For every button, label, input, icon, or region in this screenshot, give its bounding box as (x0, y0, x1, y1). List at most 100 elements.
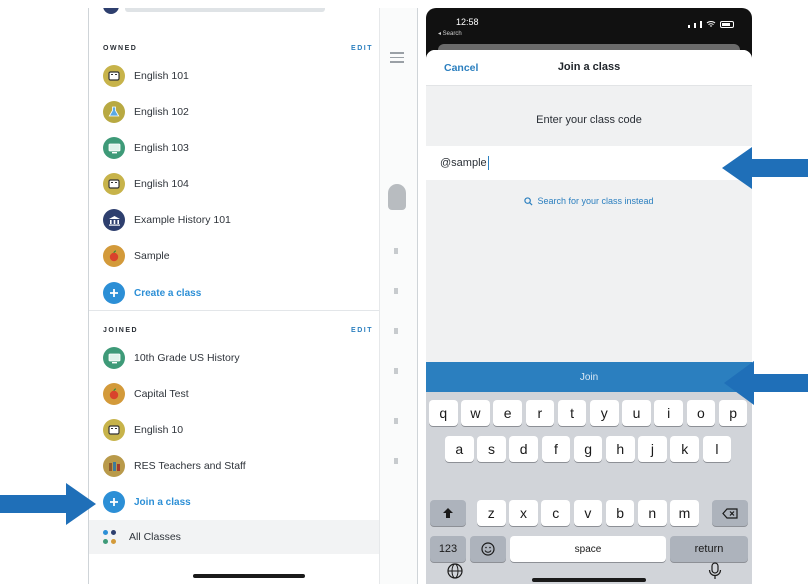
all-classes-button[interactable]: All Classes (89, 520, 379, 554)
key-l[interactable]: l (702, 436, 732, 462)
owned-edit-button[interactable]: EDIT (351, 45, 373, 52)
class-label: English 101 (134, 70, 189, 82)
key-o[interactable]: o (686, 400, 716, 426)
key-j[interactable]: j (638, 436, 667, 462)
apple-icon (103, 245, 125, 267)
on-screen-keyboard: 123 space return qwertyuiopasdfghjklzxcv… (426, 392, 752, 584)
sheet-title: Join a class (557, 61, 621, 73)
plus-icon (103, 491, 125, 513)
key-i[interactable]: i (654, 400, 683, 426)
key-m[interactable]: m (670, 500, 699, 526)
class-label: Example History 101 (134, 214, 231, 226)
return-key[interactable]: return (670, 536, 748, 562)
joined-class-item[interactable]: 10th Grade US History (103, 345, 363, 371)
key-y[interactable]: y (590, 400, 619, 426)
shift-key[interactable] (430, 500, 466, 526)
menu-icon (390, 52, 404, 66)
back-to-search-link[interactable]: ◂ Search (438, 30, 462, 37)
owned-class-item[interactable]: Sample (103, 243, 363, 269)
joined-class-item[interactable]: English 10 (103, 417, 363, 443)
backspace-icon (722, 507, 738, 519)
join-class-screen: 12:58 ◂ Search Cancel Join a class Enter… (426, 8, 752, 584)
class-code-input[interactable]: @sample (426, 146, 752, 180)
status-time: 12:58 (456, 17, 479, 27)
key-h[interactable]: h (606, 436, 635, 462)
join-button[interactable]: Join (426, 362, 752, 392)
owned-class-item[interactable]: English 102 (103, 99, 363, 125)
key-s[interactable]: s (477, 436, 506, 462)
key-n[interactable]: n (638, 500, 667, 526)
book-icon (103, 419, 125, 441)
wifi-icon (706, 21, 716, 27)
text-caret (487, 156, 490, 170)
class-label: English 104 (134, 178, 189, 190)
owned-class-item[interactable]: Example History 101 (103, 207, 363, 233)
joined-title: JOINED (103, 326, 139, 334)
signal-icon (688, 25, 690, 28)
joined-class-item[interactable]: RES Teachers and Staff (103, 453, 363, 479)
key-r[interactable]: r (525, 400, 555, 426)
search-icon (524, 196, 533, 206)
owned-class-item[interactable]: English 101 (103, 63, 363, 89)
building-icon (103, 209, 125, 231)
computer-icon (103, 137, 125, 159)
home-indicator (532, 578, 646, 582)
all-classes-label: All Classes (129, 531, 181, 543)
joined-class-item[interactable]: Capital Test (103, 381, 363, 407)
create-class-button[interactable]: Create a class (103, 280, 363, 306)
key-f[interactable]: f (541, 436, 571, 462)
microphone-icon[interactable] (708, 562, 722, 580)
emoji-icon (481, 542, 495, 556)
key-b[interactable]: b (605, 500, 635, 526)
key-a[interactable]: a (445, 436, 474, 462)
owned-class-item[interactable]: English 104 (103, 171, 363, 197)
key-z[interactable]: z (477, 500, 506, 526)
joined-edit-button[interactable]: EDIT (351, 327, 373, 334)
class-code-value: @sample (440, 157, 487, 169)
search-class-label: Search for your class instead (537, 196, 654, 206)
sheet-nav-bar: Cancel Join a class (426, 50, 752, 86)
plus-icon (103, 282, 125, 304)
backspace-key[interactable] (712, 500, 748, 526)
clipped-row (125, 8, 325, 12)
owned-class-item[interactable]: English 103 (103, 135, 363, 161)
key-d[interactable]: d (509, 436, 538, 462)
space-key[interactable]: space (510, 536, 666, 562)
owned-title: OWNED (103, 44, 138, 52)
search-class-link[interactable]: Search for your class instead (426, 196, 752, 206)
key-e[interactable]: e (493, 400, 522, 426)
class-label: RES Teachers and Staff (134, 460, 246, 472)
shift-icon (443, 508, 453, 518)
key-g[interactable]: g (573, 436, 603, 462)
numbers-key[interactable]: 123 (430, 536, 466, 562)
join-class-button[interactable]: Join a class (103, 489, 363, 515)
home-indicator (193, 574, 305, 578)
return-key-label: return (694, 543, 724, 555)
computer-icon (103, 347, 125, 369)
class-sidebar: OWNED EDIT English 101 English 102 English… (88, 8, 418, 584)
key-x[interactable]: x (509, 500, 538, 526)
emoji-key[interactable] (470, 536, 506, 562)
arrow-left-icon (722, 147, 808, 189)
key-c[interactable]: c (541, 500, 570, 526)
key-k[interactable]: k (670, 436, 699, 462)
class-label: English 102 (134, 106, 189, 118)
join-class-label: Join a class (134, 496, 191, 508)
key-v[interactable]: v (573, 500, 603, 526)
book-icon (103, 173, 125, 195)
books-icon (103, 455, 125, 477)
key-t[interactable]: t (557, 400, 587, 426)
class-label: Sample (134, 250, 170, 262)
globe-icon[interactable] (446, 562, 464, 580)
key-w[interactable]: w (461, 400, 490, 426)
create-class-label: Create a class (134, 287, 202, 299)
flask-icon (103, 101, 125, 123)
divider (89, 310, 379, 311)
class-code-prompt: Enter your class code (536, 114, 642, 126)
class-label: English 103 (134, 142, 189, 154)
join-button-label: Join (579, 371, 599, 383)
apple-icon (103, 383, 125, 405)
status-bar: 12:58 ◂ Search (426, 8, 752, 42)
key-q[interactable]: q (429, 400, 458, 426)
key-u[interactable]: u (622, 400, 651, 426)
